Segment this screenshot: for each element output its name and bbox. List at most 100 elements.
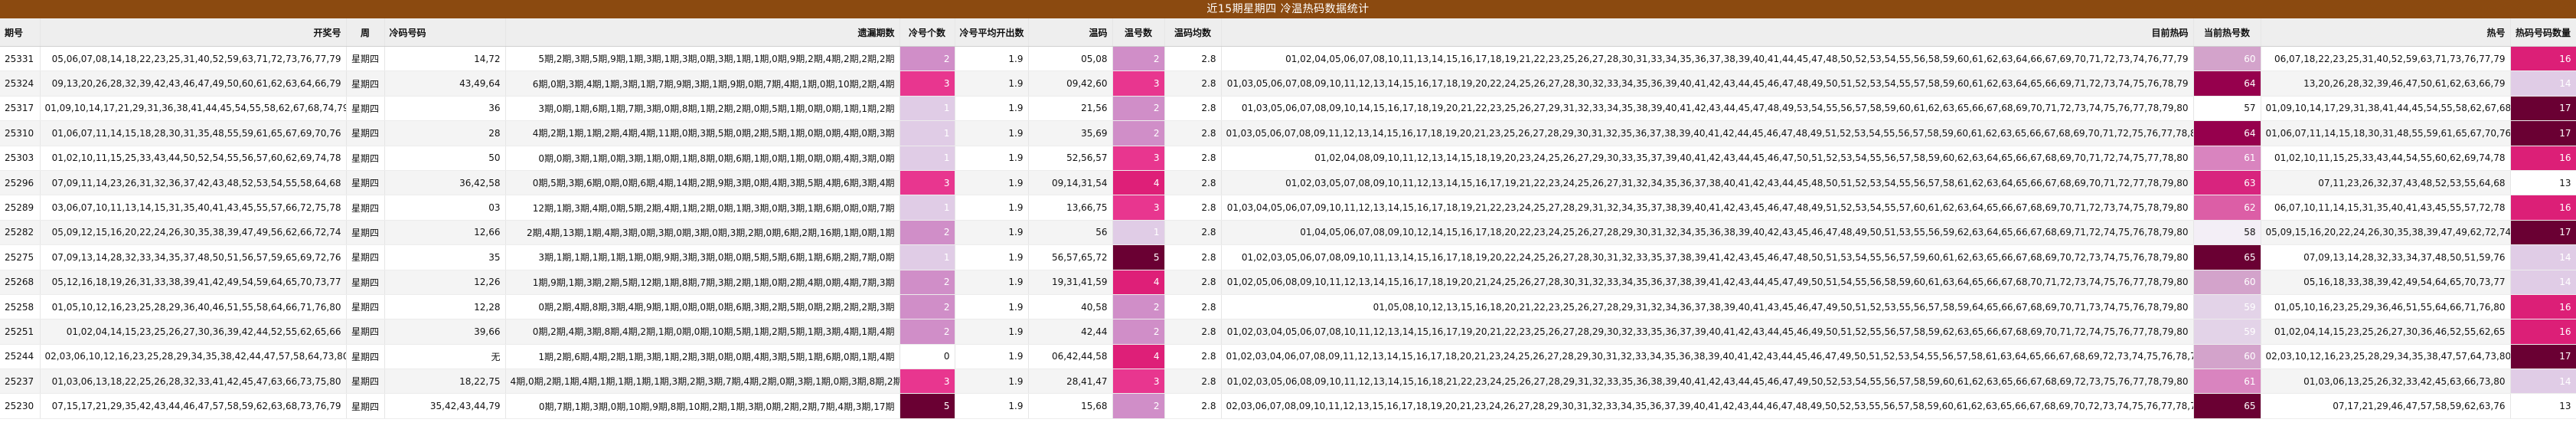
cell-warm-numbers: 05,08 (1028, 46, 1113, 72)
cell-warm-avg: 2.8 (1164, 244, 1222, 270)
col-cold-count[interactable]: 冷号个数 (899, 18, 955, 47)
cell-hot-count: 60 (2193, 344, 2261, 370)
cell-hot-selection-count: 14 (2510, 270, 2576, 295)
cell-hot-selection-count: 17 (2510, 96, 2576, 122)
col-numbers[interactable]: 开奖号 (40, 18, 347, 47)
cell-cold-numbers: 12,66 (384, 220, 506, 246)
col-hot-numbers[interactable]: 目前热码 (1221, 18, 2194, 47)
cell-hot-selection: 07,17,21,29,46,47,57,58,59,62,63,76 (2261, 393, 2511, 419)
cell-hot-numbers: 01,02,03,04,05,06,07,08,10,11,12,13,14,1… (1221, 319, 2194, 345)
table-row[interactable]: 25244 02,03,06,10,12,16,23,25,28,29,34,35… (0, 344, 2576, 370)
cell-hot-selection-count: 17 (2510, 120, 2576, 146)
cell-missed-periods: 1期,2期,6期,4期,2期,1期,3期,1期,2期,3期,0期,0期,4期,3… (505, 344, 900, 370)
col-cold-numbers[interactable]: 冷码号码 (384, 18, 506, 47)
cell-issue: 25268 (0, 270, 41, 295)
cell-warm-numbers: 15,68 (1028, 393, 1113, 419)
cell-cold-count: 2 (899, 270, 955, 295)
cell-hot-selection-count: 13 (2510, 393, 2576, 419)
table-row[interactable]: 25310 01,06,07,11,14,15,18,28,30,31,35,48… (0, 120, 2576, 146)
cell-warm-count: 2 (1112, 46, 1165, 72)
col-issue[interactable]: 期号 (0, 18, 41, 47)
cell-hot-selection: 06,07,18,22,23,25,31,40,52,59,63,71,73,7… (2261, 46, 2511, 72)
cell-warm-count: 2 (1112, 294, 1165, 320)
cell-cold-numbers: 14,72 (384, 46, 506, 72)
cell-weekday: 星期四 (346, 70, 385, 97)
table-row[interactable]: 25296 07,09,11,14,23,26,31,32,36,37,42,43… (0, 170, 2576, 196)
cell-cold-avg: 1.9 (955, 46, 1029, 72)
cell-hot-count: 62 (2193, 195, 2261, 221)
col-warm-numbers[interactable]: 温码 (1028, 18, 1113, 47)
cell-missed-periods: 0期,0期,3期,1期,0期,3期,1期,0期,1期,8期,0期,6期,1期,0… (505, 146, 900, 171)
cell-weekday: 星期四 (346, 270, 385, 295)
col-hot-selection[interactable]: 热号 (2261, 18, 2511, 47)
table-row[interactable]: 25275 07,09,13,14,28,32,33,34,35,37,48,50… (0, 244, 2576, 270)
cell-missed-periods: 6期,0期,3期,4期,1期,3期,1期,7期,9期,3期,1期,9期,0期,7… (505, 70, 900, 97)
table-header: 期号 开奖号 周 冷码号码 遗漏期数 冷号个数 冷号平均开出数 温码 温号数 温… (0, 18, 2576, 47)
cell-hot-selection-count: 17 (2510, 220, 2576, 246)
cell-hot-selection-count: 16 (2510, 146, 2576, 171)
table-row[interactable]: 25289 03,06,07,10,11,13,14,15,31,35,40,41… (0, 195, 2576, 221)
cell-cold-numbers: 36 (384, 96, 506, 122)
cell-hot-selection: 01,03,06,13,25,26,32,33,42,45,63,66,73,8… (2261, 369, 2511, 395)
cell-hot-selection: 07,09,13,14,28,32,33,34,37,48,50,51,59,7… (2261, 244, 2511, 270)
col-warm-count[interactable]: 温号数 (1112, 18, 1165, 47)
cell-hot-numbers: 01,02,03,05,06,08,09,10,11,12,13,14,15,1… (1221, 369, 2194, 395)
cell-hot-numbers: 01,02,04,08,09,10,11,12,13,14,15,18,19,2… (1221, 146, 2194, 171)
cell-issue: 25258 (0, 294, 41, 320)
table-row[interactable]: 25331 05,06,07,08,14,18,22,23,25,31,40,52… (0, 46, 2576, 72)
col-hot-selection-count[interactable]: 热码号码数量 (2510, 18, 2576, 47)
cell-hot-count: 65 (2193, 393, 2261, 419)
col-missed-periods[interactable]: 遗漏期数 (505, 18, 900, 47)
stats-table: 期号 开奖号 周 冷码号码 遗漏期数 冷号个数 冷号平均开出数 温码 温号数 温… (0, 18, 2576, 419)
cell-warm-avg: 2.8 (1164, 393, 1222, 419)
table-row[interactable]: 25230 07,15,17,21,29,35,42,43,44,46,47,57… (0, 393, 2576, 419)
cell-weekday: 星期四 (346, 393, 385, 419)
cell-numbers: 01,05,10,12,16,23,25,28,29,36,40,46,51,5… (40, 294, 347, 320)
cell-warm-avg: 2.8 (1164, 70, 1222, 97)
col-cold-avg[interactable]: 冷号平均开出数 (955, 18, 1029, 47)
table-row[interactable]: 25317 01,09,10,14,17,21,29,31,36,38,41,44… (0, 96, 2576, 122)
cell-hot-selection: 01,02,10,11,15,25,33,43,44,54,55,60,62,6… (2261, 146, 2511, 171)
cell-hot-numbers: 01,03,05,06,07,08,09,10,11,12,13,14,15,1… (1221, 70, 2194, 97)
cell-cold-count: 2 (899, 294, 955, 320)
cell-cold-count: 2 (899, 319, 955, 345)
cell-issue: 25303 (0, 146, 41, 171)
cell-warm-numbers: 09,42,60 (1028, 70, 1113, 97)
cell-cold-numbers: 35,42,43,44,79 (384, 393, 506, 419)
cell-hot-selection-count: 16 (2510, 195, 2576, 221)
cell-hot-selection-count: 16 (2510, 319, 2576, 345)
col-weekday[interactable]: 周 (346, 18, 385, 47)
cell-hot-selection: 13,20,26,28,32,39,46,47,50,61,62,63,66,7… (2261, 70, 2511, 97)
cell-warm-numbers: 06,42,44,58 (1028, 344, 1113, 370)
cell-hot-count: 58 (2193, 220, 2261, 246)
cell-hot-selection: 05,16,18,33,38,39,42,49,54,64,65,70,73,7… (2261, 270, 2511, 295)
cell-issue: 25317 (0, 96, 41, 122)
table-row[interactable]: 25237 01,03,06,13,18,22,25,26,28,32,33,41… (0, 369, 2576, 395)
cell-numbers: 01,02,04,14,15,23,25,26,27,30,36,39,42,4… (40, 319, 347, 345)
col-warm-avg[interactable]: 温码均数 (1164, 18, 1222, 47)
table-row[interactable]: 25258 01,05,10,12,16,23,25,28,29,36,40,46… (0, 294, 2576, 320)
cell-hot-numbers: 01,03,05,06,07,08,09,10,14,15,16,17,18,1… (1221, 96, 2194, 122)
cell-numbers: 01,03,06,13,18,22,25,26,28,32,33,41,42,4… (40, 369, 347, 395)
cell-warm-count: 3 (1112, 146, 1165, 171)
table-row[interactable]: 25303 01,02,10,11,15,25,33,43,44,50,52,54… (0, 146, 2576, 171)
cell-issue: 25331 (0, 46, 41, 72)
cell-warm-avg: 2.8 (1164, 270, 1222, 295)
cell-warm-numbers: 35,69 (1028, 120, 1113, 146)
table-row[interactable]: 25251 01,02,04,14,15,23,25,26,27,30,36,39… (0, 319, 2576, 345)
cell-warm-avg: 2.8 (1164, 344, 1222, 370)
cell-weekday: 星期四 (346, 344, 385, 370)
cell-missed-periods: 2期,4期,13期,1期,4期,3期,0期,3期,0期,3期,0期,3期,2期,… (505, 220, 900, 246)
cell-weekday: 星期四 (346, 120, 385, 146)
table-row[interactable]: 25268 05,12,16,18,19,26,31,33,38,39,41,42… (0, 270, 2576, 295)
cell-cold-numbers: 12,26 (384, 270, 506, 295)
cell-warm-count: 2 (1112, 96, 1165, 122)
table-row[interactable]: 25324 09,13,20,26,28,32,39,42,43,46,47,49… (0, 70, 2576, 97)
col-hot-count[interactable]: 当前热号数 (2193, 18, 2261, 47)
cell-warm-avg: 2.8 (1164, 220, 1222, 246)
cell-hot-selection: 06,07,10,11,14,15,31,35,40,41,43,45,55,5… (2261, 195, 2511, 221)
cell-warm-numbers: 13,66,75 (1028, 195, 1113, 221)
cell-missed-periods: 3期,1期,1期,1期,1期,1期,0期,9期,3期,3期,0期,0期,5期,5… (505, 244, 900, 270)
table-row[interactable]: 25282 05,09,12,15,16,20,22,24,26,30,35,38… (0, 220, 2576, 246)
cell-cold-count: 1 (899, 146, 955, 171)
